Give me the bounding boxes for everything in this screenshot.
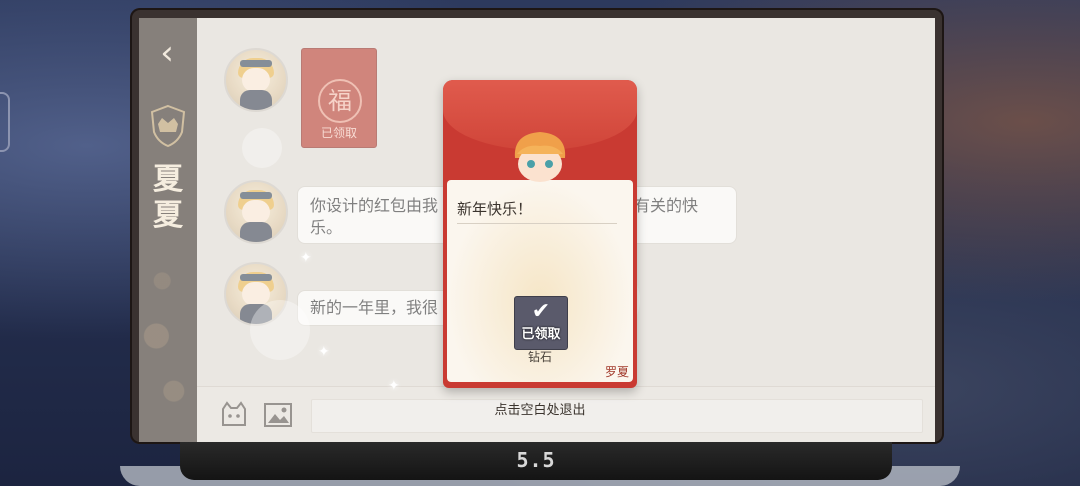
cat-face-icon[interactable]: [219, 401, 249, 429]
sparkle-icon: ✦: [300, 250, 312, 266]
greeting-text: 新年快乐！: [457, 198, 617, 224]
sparkle-icon: ✦: [388, 378, 400, 394]
laptop-logo: 5.5: [516, 448, 556, 472]
message-text: 你设计的红包由我: [310, 196, 439, 215]
message-text-tail: 有关的快: [634, 196, 699, 215]
back-button[interactable]: ‹: [151, 36, 183, 74]
message-text: 新的一年里，我很: [310, 298, 439, 317]
side-frame-decoration: [0, 92, 10, 152]
avatar[interactable]: [224, 180, 288, 244]
contact-name-char-1: 夏: [153, 162, 183, 197]
message-bubble: 新的一年里，我很: [297, 290, 457, 326]
contact-name-char-2: 夏: [153, 198, 183, 233]
fortune-seal-icon: 福: [318, 79, 362, 123]
sender-name: 罗夏: [604, 365, 629, 379]
chibi-character-image: [505, 128, 575, 188]
bokeh-light: [242, 128, 282, 168]
red-packet-message[interactable]: 福 已领取: [301, 48, 377, 148]
image-icon[interactable]: [263, 401, 293, 429]
sparkle-icon: ✦: [318, 344, 330, 360]
message-text-line2: 乐。: [310, 218, 343, 237]
reward-status: 已领取: [521, 327, 561, 342]
reward-item[interactable]: ✔ 已领取: [514, 296, 568, 350]
chat-sidebar: ‹ 夏 夏: [139, 18, 197, 442]
red-packet-status: 已领取: [320, 126, 357, 140]
avatar[interactable]: [224, 48, 288, 112]
bokeh-light: [250, 300, 310, 360]
red-envelope-modal[interactable]: 新年快乐！ ✔ 已领取 钻石 罗夏: [443, 80, 637, 388]
laptop-base: 5.5: [180, 440, 892, 480]
exit-hint[interactable]: 点击空白处退出: [290, 399, 790, 418]
crown-shield-icon: [148, 104, 188, 148]
chevron-left-icon: ‹: [160, 33, 174, 73]
contact-name: 夏 夏: [139, 162, 197, 234]
check-icon: ✔: [531, 299, 551, 324]
